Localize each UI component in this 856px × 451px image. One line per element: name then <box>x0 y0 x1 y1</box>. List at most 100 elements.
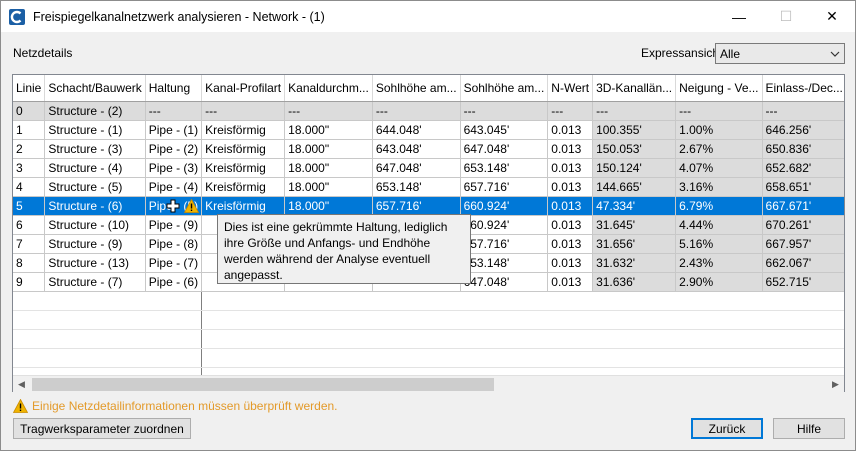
table-cell[interactable]: 653.148' <box>460 253 549 273</box>
table-cell[interactable]: 657.716' <box>372 196 461 216</box>
table-cell[interactable]: 1 <box>13 120 46 140</box>
table-cell[interactable]: 0.013 <box>547 253 594 273</box>
table-cell[interactable]: 652.715' <box>762 272 844 292</box>
table-cell[interactable]: 18.000" <box>284 196 373 216</box>
table-row[interactable]: 1 Structure - (1) Pipe - (1) Kreisförmig 18.… <box>13 120 844 140</box>
table-cell[interactable]: 670.261' <box>762 215 844 235</box>
table-cell[interactable]: Structure - (6) <box>44 196 146 216</box>
table-cell[interactable]: 31.632' <box>592 253 677 273</box>
minimize-button[interactable]: — <box>716 1 762 32</box>
table-cell[interactable]: 6.79% <box>675 196 763 216</box>
table-cell[interactable]: Structure - (3) <box>44 139 146 159</box>
expressansicht-select[interactable]: Alle <box>715 43 845 64</box>
table-cell[interactable]: Kreisförmig <box>201 196 286 216</box>
table-cell[interactable]: 4.44% <box>675 215 763 235</box>
column-header[interactable]: Einlass-/Dec... <box>762 75 844 102</box>
table-cell[interactable]: Structure - (7) <box>44 272 146 292</box>
table-cell[interactable]: Pipe - (1) <box>145 120 203 140</box>
table-cell[interactable]: 652.682' <box>762 158 844 178</box>
table-cell[interactable]: Pipe - (7) <box>145 253 203 273</box>
table-cell[interactable]: 0.013 <box>547 196 594 216</box>
table-cell[interactable]: 18.000" <box>284 158 373 178</box>
table-cell[interactable]: --- <box>547 101 594 121</box>
column-header[interactable]: Sohlhöhe am... <box>372 75 461 102</box>
scroll-thumb[interactable] <box>32 378 494 391</box>
table-cell[interactable]: 18.000" <box>284 120 373 140</box>
zurueck-button[interactable]: Zurück <box>691 418 763 439</box>
table-cell[interactable]: 667.957' <box>762 234 844 254</box>
table-cell[interactable]: Structure - (5) <box>44 177 146 197</box>
table-cell[interactable]: 643.048' <box>372 139 461 159</box>
table-cell[interactable]: 144.665' <box>592 177 677 197</box>
table-cell[interactable]: 0.013 <box>547 272 594 292</box>
table-cell[interactable]: 657.716' <box>460 177 549 197</box>
table-cell[interactable]: --- <box>675 101 763 121</box>
column-header[interactable]: N-Wert <box>547 75 594 102</box>
table-cell[interactable]: 31.645' <box>592 215 677 235</box>
scroll-right-icon[interactable]: ▶ <box>827 376 844 393</box>
table-cell[interactable]: 4.07% <box>675 158 763 178</box>
table-cell[interactable]: 7 <box>13 234 46 254</box>
table-row[interactable]: 3 Structure - (4) Pipe - (3) Kreisförmig 18.… <box>13 158 844 178</box>
table-cell[interactable]: 650.836' <box>762 139 844 159</box>
scroll-left-icon[interactable]: ◀ <box>13 376 30 393</box>
table-cell[interactable]: 2 <box>13 139 46 159</box>
table-row[interactable]: 0 Structure - (2) --- --- --- --- --- --- --- ---… <box>13 101 844 121</box>
table-cell[interactable]: 31.656' <box>592 234 677 254</box>
column-header[interactable]: Linie <box>13 75 46 102</box>
table-cell[interactable]: 31.636' <box>592 272 677 292</box>
table-cell[interactable]: Pipe - (8) <box>145 234 203 254</box>
table-cell[interactable]: 5 <box>13 196 46 216</box>
table-cell[interactable]: 18.000" <box>284 139 373 159</box>
table-cell[interactable]: 18.000" <box>284 177 373 197</box>
table-cell[interactable]: 660.924' <box>460 215 549 235</box>
table-cell[interactable]: 647.048' <box>460 272 549 292</box>
table-cell[interactable]: Pipe - (3) <box>145 158 203 178</box>
table-cell[interactable]: Pipe - (9) <box>145 215 203 235</box>
table-cell[interactable]: 0.013 <box>547 215 594 235</box>
table-cell[interactable]: Pipe - (2) <box>145 139 203 159</box>
table-cell[interactable]: Structure - (4) <box>44 158 146 178</box>
table-cell[interactable]: 643.045' <box>460 120 549 140</box>
table-cell[interactable]: --- <box>762 101 844 121</box>
table-cell[interactable]: 4 <box>13 177 46 197</box>
table-cell[interactable]: --- <box>201 101 286 121</box>
table-cell[interactable]: --- <box>592 101 677 121</box>
table-cell[interactable]: --- <box>145 101 203 121</box>
table-cell[interactable]: Structure - (13) <box>44 253 146 273</box>
table-cell[interactable]: 6 <box>13 215 46 235</box>
table-cell[interactable]: Kreisförmig <box>201 139 286 159</box>
table-cell[interactable]: Structure - (2) <box>44 101 146 121</box>
table-cell[interactable]: 647.048' <box>372 158 461 178</box>
table-cell[interactable]: 150.053' <box>592 139 677 159</box>
table-cell[interactable]: Structure - (9) <box>44 234 146 254</box>
table-cell[interactable]: 646.256' <box>762 120 844 140</box>
table-cell[interactable]: Kreisförmig <box>201 177 286 197</box>
table-cell[interactable]: 0.013 <box>547 120 594 140</box>
horizontal-scrollbar[interactable]: ◀ ▶ <box>13 375 844 392</box>
table-cell[interactable]: --- <box>284 101 373 121</box>
hilfe-button[interactable]: Hilfe <box>773 418 845 439</box>
table-cell[interactable]: Pipe - (6) <box>145 272 203 292</box>
table-cell[interactable]: 0 <box>13 101 46 121</box>
column-header[interactable]: Schacht/Bauwerk <box>44 75 146 102</box>
table-cell[interactable]: 0.013 <box>547 234 594 254</box>
table-cell[interactable]: 3.16% <box>675 177 763 197</box>
table-cell[interactable]: --- <box>372 101 461 121</box>
column-header[interactable]: 3D-Kanallän... <box>592 75 677 102</box>
table-cell[interactable]: Kreisförmig <box>201 158 286 178</box>
table-cell[interactable]: 667.671' <box>762 196 844 216</box>
table-cell[interactable]: 653.148' <box>460 158 549 178</box>
table-row[interactable]: 2 Structure - (3) Pipe - (2) Kreisförmig 18.… <box>13 139 844 159</box>
table-cell[interactable]: 5.16% <box>675 234 763 254</box>
table-cell[interactable]: 2.90% <box>675 272 763 292</box>
column-header[interactable]: Neigung - Ve... <box>675 75 763 102</box>
table-cell[interactable]: 100.355' <box>592 120 677 140</box>
maximize-button[interactable]: ☐ <box>763 1 809 32</box>
table-cell[interactable]: 0.013 <box>547 158 594 178</box>
table-cell[interactable]: Pipe - (5) <box>145 196 203 216</box>
table-cell[interactable]: 1.00% <box>675 120 763 140</box>
column-header[interactable]: Kanaldurchm... <box>284 75 373 102</box>
table-cell[interactable]: 657.716' <box>460 234 549 254</box>
table-cell[interactable]: 2.43% <box>675 253 763 273</box>
